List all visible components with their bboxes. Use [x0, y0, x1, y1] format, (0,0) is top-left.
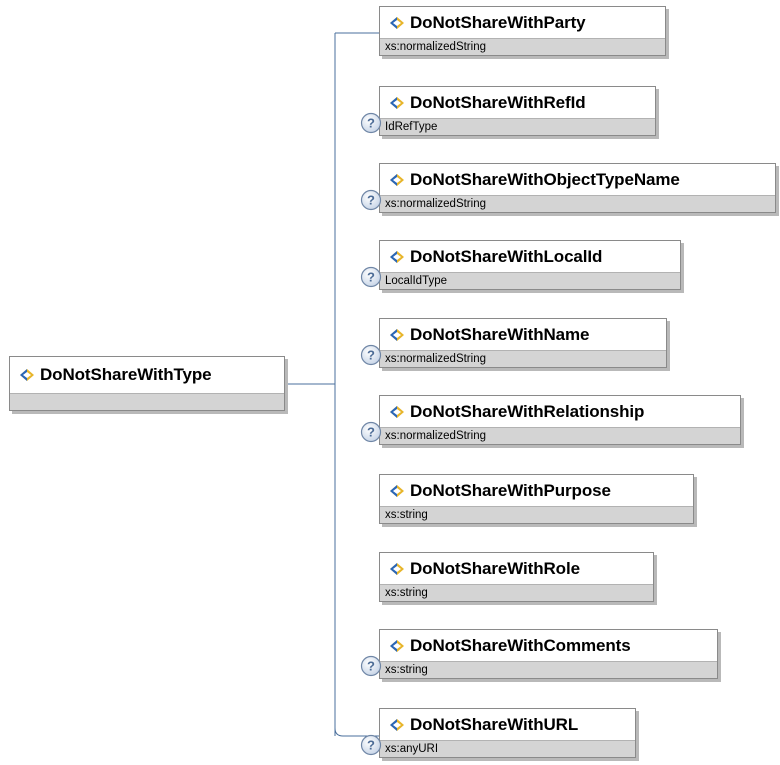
- child-element-type: xs:string: [380, 584, 653, 601]
- child-element-type: xs:normalizedString: [380, 38, 665, 55]
- child-element-name: DoNotShareWithURL: [410, 714, 579, 734]
- element-diamond-icon: [390, 173, 404, 186]
- child-element-type: xs:string: [380, 506, 693, 523]
- element-diamond-icon: [390, 484, 404, 497]
- child-element-box[interactable]: DoNotShareWithPurpose xs:string: [379, 474, 694, 524]
- child-element-name: DoNotShareWithComments: [410, 635, 631, 655]
- optional-question-icon: ?: [360, 266, 382, 288]
- optional-question-icon: ?: [360, 734, 382, 756]
- child-element-type: xs:normalizedString: [380, 350, 666, 367]
- optional-question-icon: ?: [360, 421, 382, 443]
- child-element-name: DoNotShareWithPurpose: [410, 480, 611, 500]
- optional-badge-text: ?: [367, 348, 375, 363]
- optional-question-icon: ?: [360, 655, 382, 677]
- optional-badge-text: ?: [367, 738, 375, 753]
- child-element-type: IdRefType: [380, 118, 655, 135]
- element-diamond-icon: [390, 250, 404, 263]
- child-element-box[interactable]: DoNotShareWithLocalId LocalIdType: [379, 240, 681, 290]
- child-element-box[interactable]: DoNotShareWithParty xs:normalizedString: [379, 6, 666, 56]
- child-element-type: xs:anyURI: [380, 740, 635, 757]
- child-element-box[interactable]: DoNotShareWithRole xs:string: [379, 552, 654, 602]
- element-diamond-icon: [20, 369, 34, 381]
- element-diamond-icon: [390, 96, 404, 109]
- element-diamond-icon: [390, 562, 404, 575]
- child-element-box[interactable]: DoNotShareWithName xs:normalizedString: [379, 318, 667, 368]
- child-element-box[interactable]: DoNotShareWithComments xs:string: [379, 629, 718, 679]
- root-element-name: DoNotShareWithType: [40, 365, 212, 384]
- child-element-name: DoNotShareWithParty: [410, 12, 586, 32]
- element-diamond-icon: [390, 16, 404, 29]
- element-diamond-icon: [390, 328, 404, 341]
- child-element-box[interactable]: DoNotShareWithObjectTypeName xs:normalize…: [379, 163, 776, 213]
- child-element-box[interactable]: DoNotShareWithURL xs:anyURI: [379, 708, 636, 758]
- optional-badge-text: ?: [367, 659, 375, 674]
- child-element-name: DoNotShareWithLocalId: [410, 246, 603, 266]
- optional-question-icon: ?: [360, 344, 382, 366]
- child-element-name: DoNotShareWithName: [410, 324, 590, 344]
- element-diamond-icon: [390, 405, 404, 418]
- element-diamond-icon: [390, 639, 404, 652]
- child-element-name: DoNotShareWithRefId: [410, 92, 586, 112]
- optional-question-icon: ?: [360, 112, 382, 134]
- optional-badge-text: ?: [367, 193, 375, 208]
- child-element-type: LocalIdType: [380, 272, 680, 289]
- optional-question-icon: ?: [360, 189, 382, 211]
- child-element-name: DoNotShareWithRole: [410, 558, 580, 578]
- child-element-name: DoNotShareWithObjectTypeName: [410, 169, 680, 189]
- child-element-box[interactable]: DoNotShareWithRelationship xs:normalizedS…: [379, 395, 741, 445]
- root-element-box[interactable]: DoNotShareWithType: [9, 356, 285, 411]
- optional-badge-text: ?: [367, 425, 375, 440]
- child-element-name: DoNotShareWithRelationship: [410, 401, 645, 421]
- root-type-band: [10, 393, 284, 410]
- child-element-type: xs:normalizedString: [380, 427, 740, 444]
- child-element-type: xs:string: [380, 661, 717, 678]
- optional-badge-text: ?: [367, 270, 375, 285]
- optional-badge-text: ?: [367, 116, 375, 131]
- child-element-box[interactable]: DoNotShareWithRefId IdRefType: [379, 86, 656, 136]
- element-diamond-icon: [390, 718, 404, 731]
- child-element-type: xs:normalizedString: [380, 195, 775, 212]
